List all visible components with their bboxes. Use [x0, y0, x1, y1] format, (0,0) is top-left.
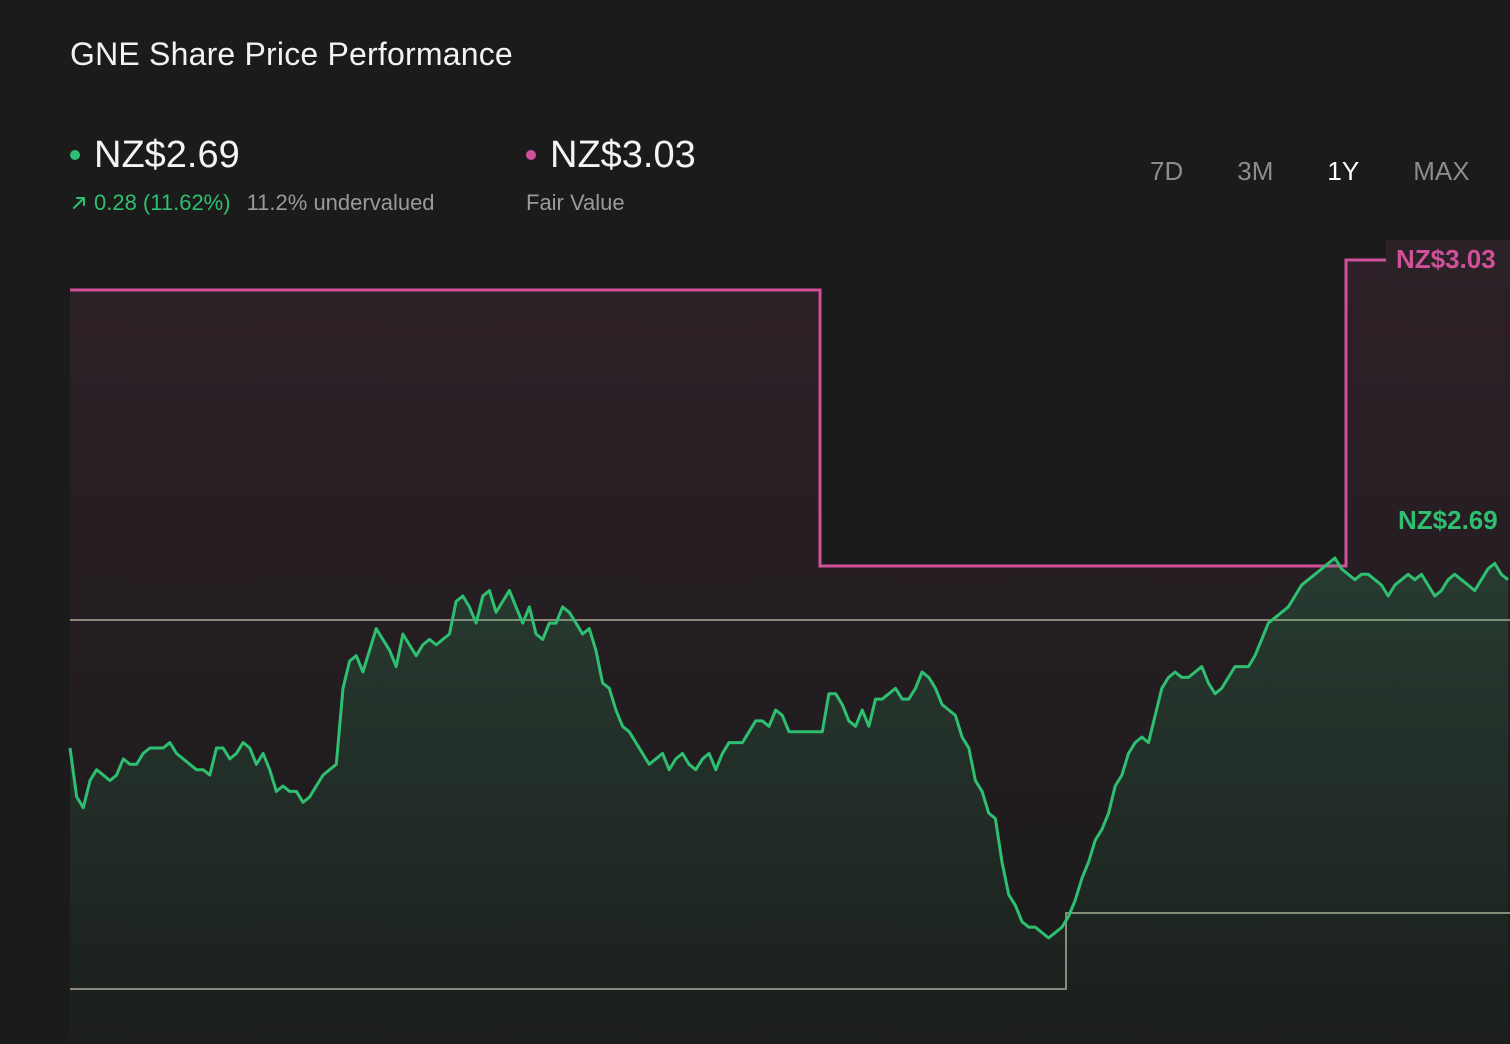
fair-value-chart-label: NZ$3.03	[1396, 244, 1496, 274]
price-chart: NZ$3.03 NZ$2.69	[68, 240, 1510, 1044]
price-chart-label: NZ$2.69	[1398, 505, 1498, 535]
